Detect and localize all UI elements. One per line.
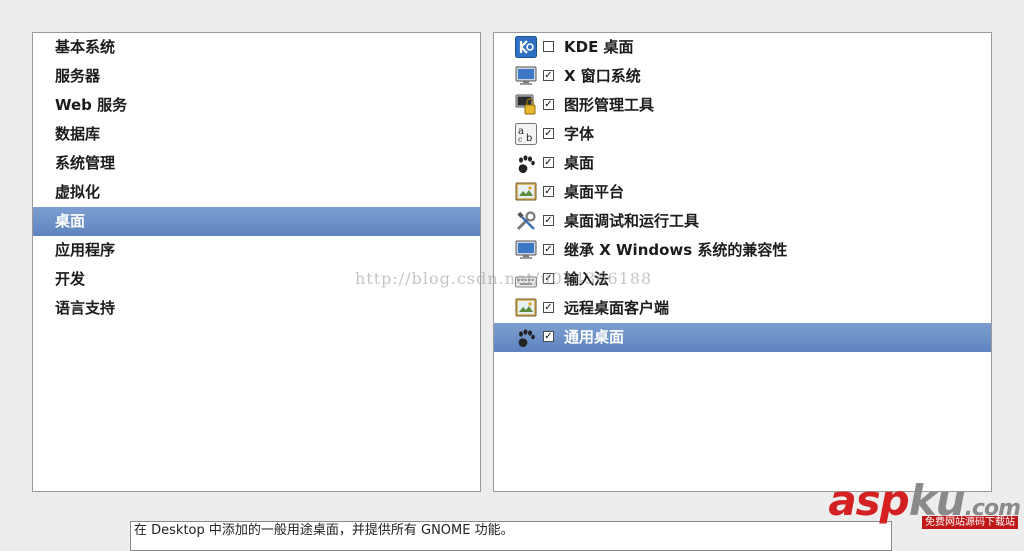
category-item[interactable]: 基本系统 <box>33 33 480 62</box>
watermark-text: http://blog.csdn.net/u014366188 <box>355 269 653 288</box>
package-group-row[interactable]: ✓ 图形管理工具 <box>494 91 991 120</box>
group-checkbox[interactable]: ✓ <box>543 70 554 81</box>
package-group-row[interactable]: ✓ 桌面 <box>494 149 991 178</box>
group-checkbox[interactable]: ✓ <box>543 157 554 168</box>
gnome-foot-icon <box>515 152 537 174</box>
category-item[interactable]: Web 服务 <box>33 91 480 120</box>
category-item[interactable]: 语言支持 <box>33 294 480 323</box>
package-group-row[interactable]: ✓ 远程桌面客户端 <box>494 294 991 323</box>
group-label: 通用桌面 <box>564 328 625 346</box>
font-icon: abc <box>515 123 537 145</box>
package-group-list[interactable]: KDE 桌面 ✓ X 窗口系统 ✓ 图形管理工具 a b c ✓ 字体 ✓ 桌面 ✓ 桌面平台 ✓ 桌面调试和… <box>493 32 992 492</box>
group-label: 远程桌面客户端 <box>564 299 670 317</box>
category-item[interactable]: 系统管理 <box>33 149 480 178</box>
group-label: 图形管理工具 <box>564 96 655 114</box>
group-label: 继承 X Windows 系统的兼容性 <box>564 241 788 259</box>
package-group-row[interactable]: KDE 桌面 <box>494 33 991 62</box>
package-group-row[interactable]: a b c ✓ 字体 <box>494 120 991 149</box>
site-logo: aspku.com 免费网站源码下载站 <box>828 478 1021 536</box>
category-item[interactable]: 应用程序 <box>33 236 480 265</box>
group-label: 桌面平台 <box>564 183 625 201</box>
group-checkbox[interactable]: ✓ <box>543 186 554 197</box>
category-item[interactable]: 数据库 <box>33 120 480 149</box>
logo-subtitle: 免费网站源码下载站 <box>922 516 1018 529</box>
category-list[interactable]: 基本系统 服务器 Web 服务 数据库 系统管理 虚拟化 桌面 应用程序 开发 语言支持 <box>32 32 481 492</box>
group-label: 字体 <box>564 125 595 143</box>
group-checkbox[interactable]: ✓ <box>543 302 554 313</box>
desktop-picture-icon <box>515 297 537 319</box>
package-group-row[interactable]: ✓ X 窗口系统 <box>494 62 991 91</box>
category-item[interactable]: 服务器 <box>33 62 480 91</box>
svg-text:c: c <box>518 135 523 144</box>
group-label: KDE 桌面 <box>564 38 634 56</box>
svg-text:b: b <box>526 133 532 144</box>
group-checkbox[interactable]: ✓ <box>543 128 554 139</box>
category-item[interactable]: 虚拟化 <box>33 178 480 207</box>
group-label: 桌面调试和运行工具 <box>564 212 700 230</box>
logo-red-text: asp <box>828 476 909 525</box>
kde-icon <box>515 36 537 58</box>
package-group-row[interactable]: ✓ 桌面平台 <box>494 178 991 207</box>
gnome-foot-icon <box>515 326 537 348</box>
group-label: 桌面 <box>564 154 595 172</box>
desktop-picture-icon <box>515 181 537 203</box>
group-checkbox[interactable]: ✓ <box>543 331 554 342</box>
group-checkbox[interactable]: ✓ <box>543 244 554 255</box>
package-group-row[interactable]: ✓ 桌面调试和运行工具 <box>494 207 991 236</box>
monitor-icon <box>515 239 537 261</box>
tools-icon <box>515 210 537 232</box>
package-group-row[interactable]: ✓ 继承 X Windows 系统的兼容性 <box>494 236 991 265</box>
group-label: X 窗口系统 <box>564 67 641 85</box>
monitor-icon <box>515 65 537 87</box>
group-description: 在 Desktop 中添加的一般用途桌面，并提供所有 GNOME 功能。 <box>130 521 892 551</box>
group-checkbox[interactable]: ✓ <box>543 215 554 226</box>
group-checkbox[interactable] <box>543 41 554 52</box>
group-checkbox[interactable]: ✓ <box>543 99 554 110</box>
admin-lock-monitor-icon <box>515 94 537 116</box>
package-group-row[interactable]: ✓ 通用桌面 <box>494 323 991 352</box>
category-item[interactable]: 桌面 <box>33 207 480 236</box>
